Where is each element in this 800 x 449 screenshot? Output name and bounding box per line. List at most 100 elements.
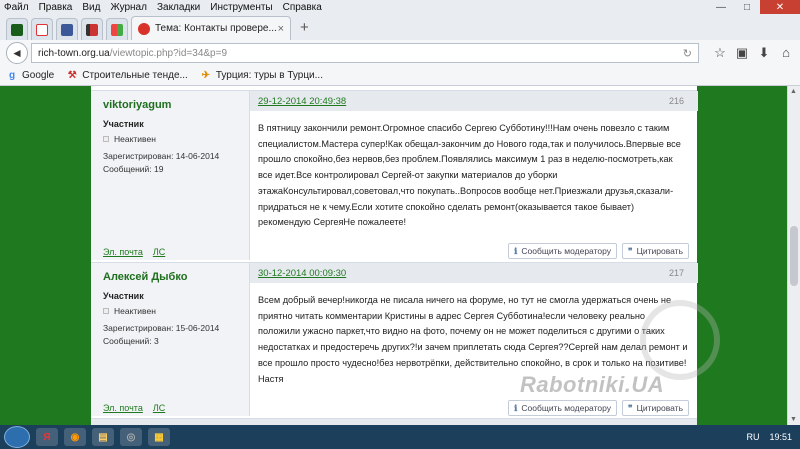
url-host: rich-town.org.ua [38, 47, 110, 59]
bookmark-google[interactable]: g Google [6, 70, 54, 82]
menu-history[interactable]: Журнал [110, 2, 147, 13]
site-favicon-icon [138, 22, 150, 35]
reload-icon[interactable]: ↻ [683, 47, 692, 60]
quote-button[interactable]: ❞ Цитировать [622, 400, 689, 416]
windows-taskbar: Я ◉ ▤ ◎ ▦ RU 19:51 [0, 425, 800, 449]
pinned-tab-5[interactable] [106, 18, 128, 40]
pinned-tab-2[interactable] [31, 18, 53, 40]
new-tab-button[interactable]: + [300, 19, 309, 36]
pm-link[interactable]: ЛС [153, 247, 165, 257]
back-button[interactable]: ◄ [6, 42, 28, 64]
yandex-app-icon[interactable]: Я [36, 428, 58, 446]
post-number: 217 [668, 268, 684, 278]
facebook-favicon-icon [61, 23, 73, 36]
menu-bookmarks[interactable]: Закладки [157, 2, 200, 13]
report-button[interactable]: ℹ Сообщить модератору [508, 400, 617, 416]
quote-label: Цитировать [636, 246, 683, 256]
status-text: Неактивен [114, 306, 156, 316]
bookmark-label: Строительные тенде... [82, 70, 188, 81]
language-indicator[interactable]: RU [746, 432, 759, 442]
post-author-panel: Алексей Дыбко Участник Неактивен Зарегис… [91, 263, 249, 416]
forum-favicon-icon [11, 23, 23, 36]
quote-button[interactable]: ❞ Цитировать [622, 243, 689, 259]
url-path: /viewtopic.php?id=34&p=9 [109, 47, 228, 59]
tiles-favicon-icon [111, 23, 123, 36]
post-actions: ℹ Сообщить модератору ❞ Цитировать [503, 243, 689, 259]
status-text: Неактивен [114, 134, 156, 144]
page-scrollbar[interactable]: ▲ ▼ [787, 86, 800, 425]
author-links: Эл. почта ЛС [103, 247, 175, 257]
bookmark-label: Google [22, 70, 55, 81]
author-registered: Зарегистрирован: 15-06-2014 [103, 323, 220, 333]
url-bar[interactable]: rich-town.org.ua/viewtopic.php?id=34&p=9… [31, 43, 699, 63]
bookmark-star-icon[interactable]: ☆ [709, 45, 731, 61]
pinned-tab-1[interactable] [6, 18, 28, 40]
info-icon: ℹ [514, 245, 518, 256]
author-role: Участник [103, 119, 144, 129]
menu-view[interactable]: Вид [82, 2, 100, 13]
menu-file[interactable]: Файл [4, 2, 29, 13]
post-date-link[interactable]: 29-12-2014 20:49:38 [258, 96, 346, 107]
scroll-up-icon[interactable]: ▲ [790, 88, 797, 95]
menu-bar: Файл Правка Вид Журнал Закладки Инструме… [0, 0, 800, 14]
home-icon[interactable]: ⌂ [775, 45, 797, 61]
report-label: Сообщить модератору [521, 246, 611, 256]
post-body: 29-12-2014 20:49:38 216 В пятницу законч… [249, 91, 698, 260]
close-tab-icon[interactable]: × [278, 23, 284, 35]
email-link[interactable]: Эл. почта [103, 403, 143, 413]
bookmark-tenders[interactable]: ⚒ Строительные тенде... [66, 70, 188, 82]
next-post-partial [91, 418, 697, 425]
reading-list-icon[interactable]: ▣ [731, 45, 753, 61]
tab-bar: Тема: Контакты провере... × + [0, 14, 800, 40]
bookmark-turkey[interactable]: ✈ Турция: туры в Турци... [200, 70, 323, 82]
start-button[interactable] [4, 426, 30, 448]
author-name[interactable]: Алексей Дыбко [103, 271, 187, 283]
author-message-count: Сообщений: 19 [103, 164, 164, 174]
tab-active-topic[interactable]: Тема: Контакты провере... × [131, 16, 291, 40]
author-registered: Зарегистрирован: 14-06-2014 [103, 151, 220, 161]
toolbar-icons: ☆ ▣ ⬇ ⌂ [709, 45, 797, 61]
pinned-tab-3[interactable] [56, 18, 78, 40]
media-app-icon[interactable]: ◎ [120, 428, 142, 446]
scrollbar-thumb[interactable] [790, 226, 798, 286]
yandex-favicon-icon [36, 23, 48, 36]
author-name[interactable]: viktoriyagum [103, 99, 171, 111]
post-number: 216 [668, 96, 684, 106]
offline-status-icon [103, 136, 109, 142]
close-window-button[interactable]: ✕ [760, 0, 800, 14]
pinned-tab-4[interactable] [81, 18, 103, 40]
report-button[interactable]: ℹ Сообщить модератору [508, 243, 617, 259]
menu-tools[interactable]: Инструменты [210, 2, 272, 13]
menu-help[interactable]: Справка [283, 2, 322, 13]
post-date-link[interactable]: 30-12-2014 00:09:30 [258, 268, 346, 279]
window-controls: — □ ✕ [708, 0, 800, 14]
report-label: Сообщить модератору [521, 403, 611, 413]
email-link[interactable]: Эл. почта [103, 247, 143, 257]
quote-icon: ❞ [628, 402, 633, 413]
offline-status-icon [103, 308, 109, 314]
maximize-button[interactable]: □ [734, 0, 760, 14]
author-status: Неактивен [103, 134, 156, 144]
author-role: Участник [103, 291, 144, 301]
travel-icon: ✈ [201, 70, 211, 81]
ribbon-favicon-icon [86, 23, 98, 36]
firefox-app-icon[interactable]: ◉ [64, 428, 86, 446]
pm-link[interactable]: ЛС [153, 403, 165, 413]
tab-title: Тема: Контакты провере... [155, 23, 277, 34]
post-author-panel: viktoriyagum Участник Неактивен Зарегист… [91, 91, 249, 260]
bookmark-label: Турция: туры в Турци... [215, 70, 323, 81]
scroll-down-icon[interactable]: ▼ [790, 416, 797, 423]
downloads-icon[interactable]: ⬇ [753, 45, 775, 61]
author-links: Эл. почта ЛС [103, 403, 175, 413]
author-message-count: Сообщений: 3 [103, 336, 159, 346]
notes-app-icon[interactable]: ▦ [148, 428, 170, 446]
post-text: В пятницу закончили ремонт.Огромное спас… [258, 123, 681, 228]
explorer-app-icon[interactable]: ▤ [92, 428, 114, 446]
watermark-text: Rabotniki.UA [520, 372, 665, 397]
minimize-button[interactable]: — [708, 0, 734, 14]
clock[interactable]: 19:51 [769, 432, 792, 442]
menu-edit[interactable]: Правка [39, 2, 73, 13]
post-header: 30-12-2014 00:09:30 217 [250, 263, 698, 283]
system-tray: RU 19:51 [736, 425, 792, 449]
post-header: 29-12-2014 20:49:38 216 [250, 91, 698, 111]
